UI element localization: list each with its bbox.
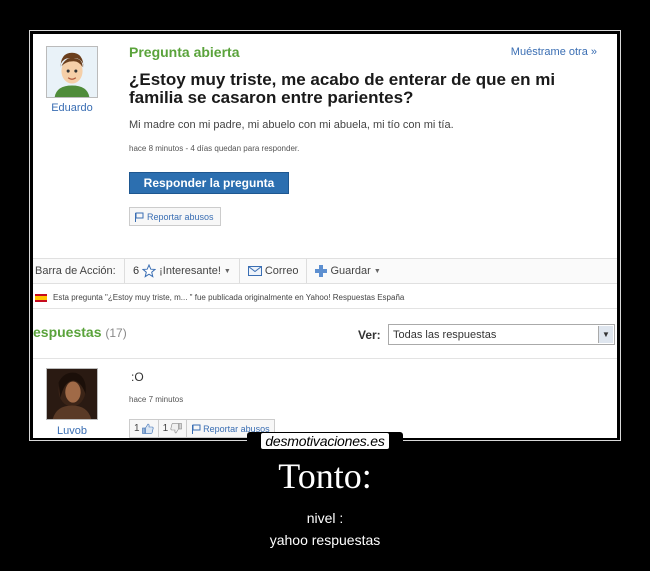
action-bar-label: Barra de Acción: (33, 259, 125, 283)
site-watermark: desmotivaciones.es (247, 432, 403, 450)
star-icon (142, 264, 157, 278)
view-filter-value: Todas las respuestas (393, 328, 497, 341)
question-status: Pregunta abierta (129, 44, 240, 60)
answer-question-button[interactable]: Responder la pregunta (129, 172, 289, 194)
answerer-avatar[interactable] (46, 368, 98, 420)
avatar-photo-icon (47, 369, 97, 419)
question-meta: hace 8 minutos - 4 días quedan para resp… (129, 144, 300, 153)
question-body: Mi madre con mi padre, mi abuelo con mi … (129, 119, 454, 131)
plus-icon (315, 265, 328, 277)
thumbs-up-button[interactable]: 1 (129, 419, 158, 438)
thumbs-down-count: 1 (162, 423, 169, 434)
answerer-name[interactable]: Luvob (47, 425, 97, 437)
thumbs-up-icon (141, 423, 154, 434)
thumbs-down-button[interactable]: 1 (157, 419, 187, 438)
spain-flag-icon (35, 293, 47, 302)
asker-avatar[interactable] (46, 46, 98, 98)
interesting-label: ¡Interesante! (159, 265, 221, 277)
thumbs-up-count: 1 (134, 423, 140, 434)
email-label: Correo (264, 265, 299, 277)
email-button[interactable]: Correo (240, 259, 308, 283)
asker-name[interactable]: Eduardo (47, 102, 97, 114)
caption-line-2: yahoo respuestas (269, 532, 381, 548)
caption-title: Tonto: (278, 456, 372, 496)
yahoo-answers-screenshot: Eduardo Pregunta abierta Muéstrame otra … (33, 34, 617, 438)
answers-heading-label: espuestas (33, 324, 102, 340)
answer-meta: hace 7 minutos (129, 395, 184, 404)
origin-notice-text: Esta pregunta "¿Estoy muy triste, m... "… (53, 293, 405, 302)
view-filter-select[interactable]: Todas las respuestas ▼ (388, 324, 615, 345)
view-filter-label: Ver: (358, 328, 381, 342)
action-bar: Barra de Acción: 6 ¡Interesante! ▼ Corre… (33, 258, 617, 284)
save-button[interactable]: Guardar ▼ (307, 259, 388, 283)
flag-icon (135, 212, 144, 222)
chevron-down-icon: ▼ (223, 267, 231, 275)
question-title: ¿Estoy muy triste, me acabo de enterar d… (129, 70, 556, 107)
save-label: Guardar (330, 265, 371, 277)
thumbs-down-icon (170, 423, 182, 434)
origin-notice: Esta pregunta "¿Estoy muy triste, m... "… (33, 287, 617, 309)
report-abuse-button[interactable]: Reportar abusos (129, 207, 221, 226)
interesting-button[interactable]: 6 ¡Interesante! ▼ (125, 259, 240, 283)
report-abuse-label: Reportar abusos (147, 211, 214, 222)
answer-text: :O (131, 370, 144, 384)
divider (33, 358, 617, 359)
chevron-down-icon: ▼ (598, 326, 613, 343)
avatar-cartoon-icon (47, 47, 97, 97)
answers-count: (17) (105, 326, 127, 340)
answers-heading: espuestas (17) (33, 324, 127, 340)
flag-icon (192, 424, 201, 434)
chevron-down-icon: ▼ (373, 267, 381, 275)
envelope-icon (247, 266, 262, 276)
show-other-link[interactable]: Muéstrame otra » (511, 46, 597, 58)
caption-line-1: nivel : (306, 510, 344, 526)
site-watermark-text: desmotivaciones.es (261, 433, 389, 449)
interesting-count: 6 (133, 265, 140, 277)
